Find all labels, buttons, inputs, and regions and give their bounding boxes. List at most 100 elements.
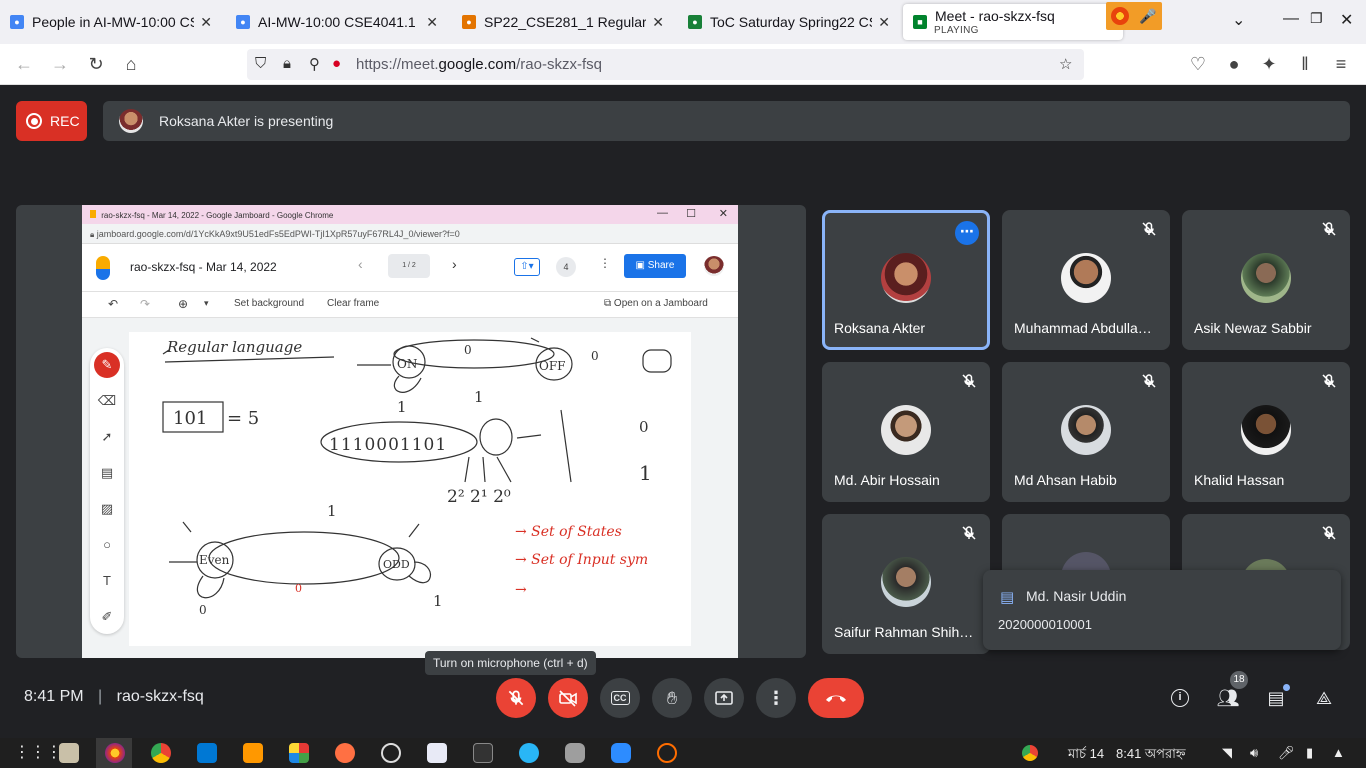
permissions-icon[interactable]: ⚲ — [309, 55, 320, 73]
microphone-icon[interactable]: ● — [332, 55, 341, 72]
library-icon[interactable]: ‖ — [1294, 53, 1316, 75]
forward-icon[interactable]: → — [49, 53, 71, 75]
browser-tab-4[interactable]: ● ToC Saturday Spring22 CS ✕ — [678, 6, 900, 38]
bookmark-star-icon[interactable]: ☆ — [1059, 55, 1072, 73]
vscode-icon[interactable] — [197, 743, 217, 763]
volume-icon[interactable]: 🔊︎ — [1250, 745, 1258, 761]
close-tab-icon[interactable]: ✕ — [426, 14, 438, 31]
terminal-icon[interactable] — [473, 743, 493, 763]
url-bar[interactable]: ⛉ 🔒︎ ⚲ ● https://meet.google.com/rao-skz… — [247, 49, 1084, 80]
set-background-button[interactable]: Set background — [234, 298, 304, 309]
browser-tab-active[interactable]: ■ Meet - rao-skzx-fsq PLAYING — [903, 4, 1123, 40]
open-on-jamboard-button[interactable]: ⧉ Open on a Jamboard — [604, 298, 708, 309]
minimize-icon[interactable]: — — [1283, 10, 1299, 28]
zoom-icon[interactable] — [611, 743, 631, 763]
circle-shape-icon[interactable]: ○ — [90, 527, 124, 563]
close-window-icon[interactable]: ✕ — [1340, 10, 1353, 30]
files-icon[interactable] — [59, 743, 79, 763]
close-tab-icon[interactable]: ✕ — [200, 14, 212, 31]
jamboard-url-bar[interactable]: 🔒︎ jamboard.google.com/d/1YcKkA9xt9U51ed… — [82, 224, 738, 244]
captions-button[interactable]: CC — [600, 678, 640, 718]
camera-toggle-button[interactable] — [548, 678, 588, 718]
minimize-icon[interactable]: — — [657, 207, 668, 219]
participant-tile[interactable]: Khalid Hassan — [1182, 362, 1350, 502]
telegram-icon[interactable] — [519, 743, 539, 763]
restore-icon[interactable]: ☐ — [686, 207, 696, 220]
participant-tile-roksana-akter[interactable]: ⋯ Roksana Akter — [822, 210, 990, 350]
menu-icon[interactable]: ≡ — [1330, 53, 1352, 75]
redo-icon[interactable]: ↷ — [140, 297, 150, 311]
app-grid-icon[interactable]: ⋮⋮⋮ — [14, 742, 62, 762]
sticky-note-icon[interactable]: ▤ — [90, 455, 124, 491]
present-now-button[interactable] — [704, 678, 744, 718]
zoom-icon[interactable]: ⊕ — [178, 297, 188, 311]
home-icon[interactable]: ⌂ — [120, 53, 142, 75]
taskbar-date[interactable]: মার্চ 14 — [1068, 745, 1104, 766]
app-grid-color-icon[interactable] — [289, 743, 309, 763]
microphone-icon[interactable]: 🎤︎ — [1278, 745, 1295, 761]
restore-icon[interactable]: ❐ — [1310, 10, 1323, 27]
more-options-icon[interactable]: ⋯ — [955, 221, 979, 245]
sharing-indicator[interactable]: 🎤 — [1106, 2, 1162, 30]
frame-indicator[interactable]: 1 / 2 — [388, 254, 430, 278]
participant-tile[interactable]: Saifur Rahman Shih… — [822, 514, 990, 654]
image-icon[interactable]: ▨ — [90, 491, 124, 527]
jupyter-icon[interactable] — [657, 743, 677, 763]
clear-frame-button[interactable]: Clear frame — [327, 298, 379, 309]
people-button[interactable]: 👥︎ — [1216, 686, 1240, 710]
undo-icon[interactable]: ↶ — [108, 297, 118, 311]
lock-icon[interactable]: 🔒︎ — [283, 55, 291, 72]
shield-icon[interactable]: ⛉ — [255, 55, 266, 72]
chevron-down-icon[interactable]: ▾ — [204, 298, 209, 309]
activities-button[interactable]: ⟁ — [1312, 686, 1336, 710]
pocket-icon[interactable]: ♡ — [1187, 53, 1209, 75]
select-icon[interactable]: ➚ — [90, 419, 124, 455]
sublime-icon[interactable] — [243, 743, 263, 763]
chrome-tray-icon[interactable] — [1022, 745, 1038, 761]
next-frame-icon[interactable]: › — [452, 256, 457, 272]
text-box-icon[interactable]: T — [90, 563, 124, 599]
text-editor-icon[interactable] — [427, 743, 447, 763]
account-icon[interactable]: ● — [1223, 53, 1245, 75]
participant-tile[interactable]: Asik Newaz Sabbir — [1182, 210, 1350, 350]
meeting-details-button[interactable]: i — [1168, 686, 1192, 710]
present-icon[interactable]: ⇧▾ — [514, 258, 540, 276]
leave-call-button[interactable] — [808, 678, 864, 718]
microphone-toggle-button[interactable] — [496, 678, 536, 718]
prev-frame-icon[interactable]: ‹ — [358, 256, 363, 272]
participant-tile[interactable]: Md. Abir Hossain — [822, 362, 990, 502]
close-tab-icon[interactable]: ✕ — [652, 14, 664, 31]
back-icon[interactable]: ← — [13, 53, 35, 75]
chevron-up-icon[interactable]: ▲ — [1332, 745, 1345, 760]
pen-icon[interactable]: ✎ — [94, 352, 120, 378]
browser-tab-1[interactable]: ● People in AI-MW-10:00 CSE ✕ — [0, 6, 222, 38]
chrome-icon[interactable] — [151, 743, 171, 763]
avatar[interactable] — [704, 256, 724, 276]
participant-tile[interactable]: Muhammad Abdulla… — [1002, 210, 1170, 350]
laser-icon[interactable]: ✐ — [90, 599, 124, 635]
more-vert-icon[interactable]: ⋮ — [599, 256, 611, 270]
eraser-icon[interactable]: ⌫ — [90, 383, 124, 419]
chat-button[interactable]: ▤ — [1264, 684, 1290, 710]
browser-tab-3[interactable]: ● SP22_CSE281_1 Regular ✕ — [452, 6, 674, 38]
reload-icon[interactable]: ↻ — [85, 53, 107, 75]
recording-badge[interactable]: REC — [16, 101, 87, 141]
battery-icon[interactable]: ▮ — [1306, 745, 1313, 761]
os-taskbar: ⋮⋮⋮ মার্চ 14 8:41 অপরাহ্ন ◥ 🔊︎ 🎤︎ ▮ ▲ — [0, 738, 1366, 768]
browser-tab-2[interactable]: ● AI-MW-10:00 CSE4041.1 ✕ — [226, 6, 448, 38]
extension-icon[interactable]: ✦ — [1258, 53, 1280, 75]
activities-icon: ⟁ — [1315, 687, 1333, 708]
close-window-icon[interactable]: ✕ — [719, 207, 728, 220]
obs-icon[interactable] — [381, 743, 401, 763]
postman-icon[interactable] — [335, 743, 355, 763]
tab-list-icon[interactable]: ⌄ — [1232, 10, 1245, 30]
database-icon[interactable] — [565, 743, 585, 763]
chat-notification[interactable]: ▤ Md. Nasir Uddin 2020000010001 — [983, 570, 1341, 650]
share-button[interactable]: ▣ Share — [624, 254, 686, 278]
more-options-button[interactable]: ⋮ — [756, 678, 796, 718]
wifi-icon[interactable]: ◥ — [1222, 745, 1232, 761]
participant-tile[interactable]: Md Ahsan Habib — [1002, 362, 1170, 502]
raise-hand-button[interactable]: ✋︎ — [652, 678, 692, 718]
close-tab-icon[interactable]: ✕ — [878, 14, 890, 31]
taskbar-time[interactable]: 8:41 অপরাহ্ন — [1116, 745, 1186, 766]
